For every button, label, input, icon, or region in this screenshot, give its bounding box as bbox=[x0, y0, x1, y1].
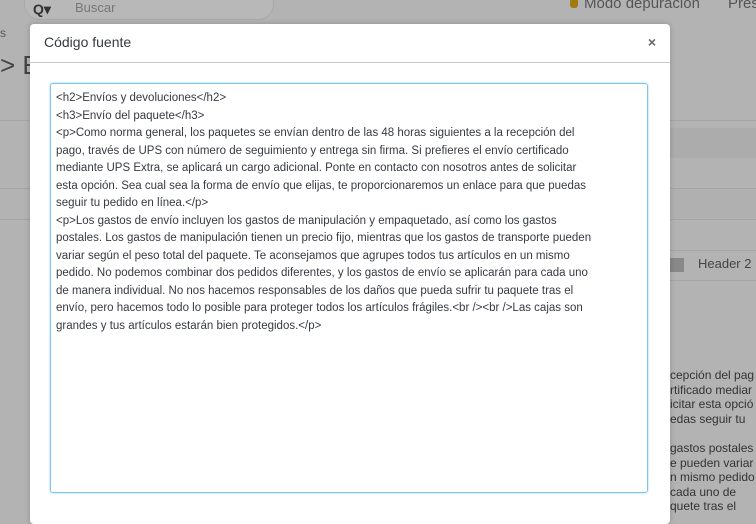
format-header2: Header 2 bbox=[670, 256, 751, 272]
dialog-title: Código fuente bbox=[44, 34, 132, 50]
source-line: pago, través de UPS con número de seguim… bbox=[56, 144, 569, 157]
breadcrumb: s bbox=[0, 26, 6, 40]
source-line: esta opción. Sea cual sea la forma de en… bbox=[56, 179, 586, 192]
background-field bbox=[670, 190, 756, 218]
close-icon[interactable]: × bbox=[648, 34, 656, 50]
source-line: variar según el peso total del paquete. … bbox=[56, 249, 570, 262]
debug-mode-label: Modo depuración bbox=[584, 0, 700, 12]
search-bar[interactable]: Q▾ Buscar bbox=[24, 0, 274, 20]
search-input[interactable]: Buscar bbox=[75, 0, 115, 15]
source-line: <h3>Envío del paquete</h3> bbox=[56, 109, 205, 122]
source-line: <p>Como norma general, los paquetes se e… bbox=[56, 127, 575, 139]
background-text-fragment: cepción del pag rtificado mediar icitar es… bbox=[670, 368, 755, 426]
source-line: grandes y tus artículos estarán bien pro… bbox=[56, 319, 322, 332]
preview-link[interactable]: Pres bbox=[728, 0, 756, 12]
divider bbox=[670, 280, 756, 281]
dialog-header: Código fuente × bbox=[30, 24, 670, 63]
play-icon bbox=[670, 257, 684, 272]
background-text-fragment: gastos postales e pueden variar n mismo pe… bbox=[670, 441, 755, 513]
header2-label: Header 2 bbox=[698, 256, 752, 271]
search-icon[interactable]: Q▾ bbox=[33, 1, 51, 18]
source-line: <h2>Envíos y devoluciones</h2> bbox=[56, 92, 227, 104]
source-line: pedido. No podemos combinar dos pedidos … bbox=[56, 267, 588, 279]
debug-mode-link[interactable]: Modo depuración bbox=[570, 0, 700, 12]
source-code-dialog: Código fuente × <h2>Envíos y devolucione… bbox=[30, 24, 670, 524]
source-line: postales. Los gastos de manipulación tie… bbox=[56, 232, 592, 244]
divider bbox=[670, 250, 756, 251]
source-code-textarea[interactable]: <h2>Envíos y devoluciones</h2> <h3>Envío… bbox=[50, 83, 648, 493]
bug-icon bbox=[570, 0, 578, 8]
source-line: <p>Los gastos de envío incluyen los gast… bbox=[56, 214, 557, 227]
source-line: mediante UPS Extra, se aplicará un cargo… bbox=[56, 162, 577, 174]
source-line: seguir tu pedido en línea.</p> bbox=[56, 197, 209, 209]
source-line: de manera individual. No nos hacemos res… bbox=[56, 284, 574, 297]
background-field bbox=[670, 128, 756, 158]
source-line: envío, pero hacemos todo lo posible para… bbox=[56, 302, 583, 314]
